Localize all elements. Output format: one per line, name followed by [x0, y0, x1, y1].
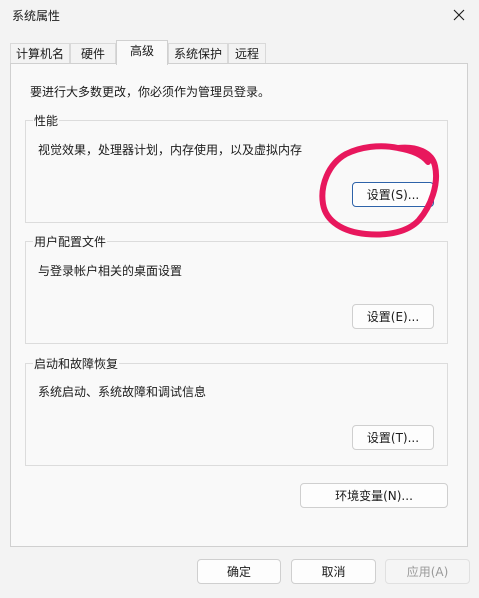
tab-remote[interactable]: 远程 — [228, 43, 266, 63]
performance-settings-button[interactable]: 设置(S)... — [352, 182, 434, 207]
admin-notice: 要进行大多数更改，你必须作为管理员登录。 — [30, 85, 271, 99]
ok-button[interactable]: 确定 — [197, 559, 281, 584]
cancel-button[interactable]: 取消 — [291, 559, 376, 584]
close-button[interactable] — [439, 0, 479, 30]
performance-description: 视觉效果，处理器计划，内存使用，以及虚拟内存 — [38, 143, 303, 157]
user-profiles-group: 用户配置文件 与登录帐户相关的桌面设置 设置(E)... — [25, 233, 448, 344]
tab-computer-name[interactable]: 计算机名 — [10, 43, 70, 63]
tab-advanced[interactable]: 高级 — [116, 40, 168, 65]
tab-system-protection[interactable]: 系统保护 — [168, 43, 228, 63]
close-icon — [453, 9, 465, 21]
user-profiles-description: 与登录帐户相关的桌面设置 — [38, 264, 183, 278]
user-profiles-settings-button[interactable]: 设置(E)... — [352, 304, 434, 329]
performance-group-title: 性能 — [33, 112, 60, 129]
user-profiles-group-title: 用户配置文件 — [33, 233, 108, 250]
startup-recovery-description: 系统启动、系统故障和调试信息 — [38, 385, 207, 399]
performance-group: 性能 视觉效果，处理器计划，内存使用，以及虚拟内存 设置(S)... — [25, 112, 448, 223]
tab-hardware[interactable]: 硬件 — [70, 43, 116, 63]
apply-button[interactable]: 应用(A) — [385, 559, 470, 584]
startup-recovery-group-title: 启动和故障恢复 — [33, 355, 120, 372]
window-title: 系统属性 — [12, 9, 61, 23]
title-bar: 系统属性 — [0, 0, 479, 30]
startup-recovery-settings-button[interactable]: 设置(T)... — [352, 425, 434, 450]
environment-variables-button[interactable]: 环境变量(N)... — [300, 483, 448, 508]
startup-recovery-group: 启动和故障恢复 系统启动、系统故障和调试信息 设置(T)... — [25, 355, 448, 466]
